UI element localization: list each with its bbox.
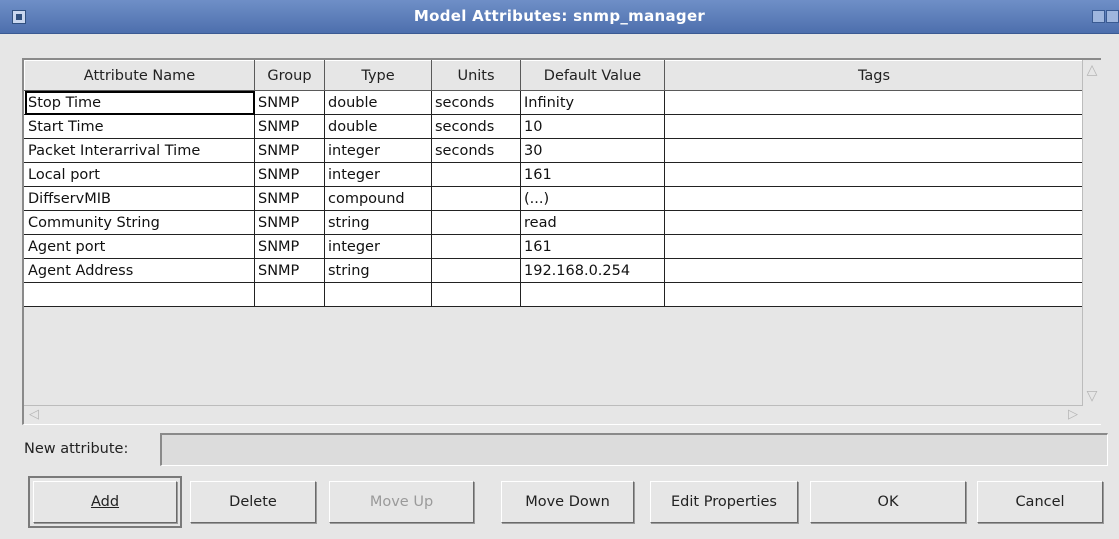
cell-group[interactable]: SNMP bbox=[254, 234, 325, 259]
table-header-row: Attribute Name Group Type Units Default … bbox=[24, 60, 1084, 91]
cell-attribute-name[interactable] bbox=[24, 282, 255, 307]
cell-tags[interactable] bbox=[664, 282, 1084, 307]
cell-tags[interactable] bbox=[664, 234, 1084, 259]
cell-units[interactable] bbox=[431, 258, 521, 283]
cell-units[interactable] bbox=[431, 210, 521, 235]
add-button[interactable]: Add bbox=[28, 476, 182, 528]
cell-tags[interactable] bbox=[664, 258, 1084, 283]
cell-units[interactable]: seconds bbox=[431, 90, 521, 115]
cell-default-value[interactable]: Infinity bbox=[520, 90, 665, 115]
new-attribute-input[interactable] bbox=[160, 433, 1108, 466]
cell-group[interactable] bbox=[254, 282, 325, 307]
cell-default-value[interactable]: 30 bbox=[520, 138, 665, 163]
attributes-table-frame: Attribute Name Group Type Units Default … bbox=[22, 58, 1101, 425]
table-row[interactable]: Agent Address SNMP string 192.168.0.254 bbox=[24, 258, 1084, 283]
cell-tags[interactable] bbox=[664, 114, 1084, 139]
attributes-table: Attribute Name Group Type Units Default … bbox=[24, 60, 1084, 307]
cell-group[interactable]: SNMP bbox=[254, 186, 325, 211]
cell-tags[interactable] bbox=[664, 210, 1084, 235]
move-up-button-label: Move Up bbox=[369, 494, 434, 510]
column-header-type[interactable]: Type bbox=[324, 60, 432, 91]
move-down-button[interactable]: Move Down bbox=[501, 481, 634, 523]
cell-group[interactable]: SNMP bbox=[254, 210, 325, 235]
table-row[interactable]: Community String SNMP string read bbox=[24, 210, 1084, 235]
cell-attribute-name[interactable]: Agent Address bbox=[24, 258, 255, 283]
cell-default-value[interactable]: (...) bbox=[520, 186, 665, 211]
cell-attribute-name[interactable]: Packet Interarrival Time bbox=[24, 138, 255, 163]
table-row[interactable]: Start Time SNMP double seconds 10 bbox=[24, 114, 1084, 139]
cell-default-value[interactable]: 161 bbox=[520, 234, 665, 259]
cell-group[interactable]: SNMP bbox=[254, 114, 325, 139]
cell-attribute-name[interactable]: Stop Time bbox=[24, 90, 255, 115]
move-up-button[interactable]: Move Up bbox=[329, 481, 474, 523]
cell-default-value[interactable]: 192.168.0.254 bbox=[520, 258, 665, 283]
table-row[interactable]: DiffservMIB SNMP compound (...) bbox=[24, 186, 1084, 211]
scroll-right-icon[interactable]: ▷ bbox=[1065, 407, 1081, 423]
cell-units[interactable] bbox=[431, 282, 521, 307]
ok-button[interactable]: OK bbox=[810, 481, 966, 523]
edit-properties-button-label: Edit Properties bbox=[671, 494, 777, 510]
delete-button-label: Delete bbox=[229, 494, 277, 510]
cancel-button-label: Cancel bbox=[1015, 494, 1065, 510]
column-header-units[interactable]: Units bbox=[431, 60, 521, 91]
cell-default-value[interactable]: 161 bbox=[520, 162, 665, 187]
window-title: Model Attributes: snmp_manager bbox=[413, 7, 706, 25]
scroll-down-icon[interactable]: ▽ bbox=[1084, 388, 1100, 404]
delete-button[interactable]: Delete bbox=[190, 481, 316, 523]
vertical-scrollbar[interactable]: △ ▽ bbox=[1082, 60, 1101, 424]
cell-tags[interactable] bbox=[664, 90, 1084, 115]
add-button-label: Add bbox=[90, 494, 120, 510]
cell-attribute-name[interactable]: Start Time bbox=[24, 114, 255, 139]
shade-icon[interactable] bbox=[1092, 10, 1105, 23]
column-header-group[interactable]: Group bbox=[254, 60, 325, 91]
cell-type[interactable]: string bbox=[324, 210, 432, 235]
cell-units[interactable] bbox=[431, 186, 521, 211]
scroll-up-icon[interactable]: △ bbox=[1084, 62, 1100, 78]
cell-type[interactable] bbox=[324, 282, 432, 307]
table-row[interactable]: Local port SNMP integer 161 bbox=[24, 162, 1084, 187]
table-row[interactable]: Stop Time SNMP double seconds Infinity bbox=[24, 90, 1084, 115]
title-bar[interactable]: Model Attributes: snmp_manager bbox=[0, 0, 1119, 34]
cancel-button[interactable]: Cancel bbox=[977, 481, 1103, 523]
cell-group[interactable]: SNMP bbox=[254, 90, 325, 115]
close-icon[interactable] bbox=[1106, 10, 1119, 23]
cell-tags[interactable] bbox=[664, 138, 1084, 163]
cell-type[interactable]: integer bbox=[324, 234, 432, 259]
cell-attribute-name[interactable]: DiffservMIB bbox=[24, 186, 255, 211]
cell-default-value[interactable] bbox=[520, 282, 665, 307]
move-down-button-label: Move Down bbox=[525, 494, 610, 510]
table-row[interactable]: Packet Interarrival Time SNMP integer se… bbox=[24, 138, 1084, 163]
cell-type[interactable]: integer bbox=[324, 162, 432, 187]
cell-units[interactable]: seconds bbox=[431, 138, 521, 163]
ok-button-label: OK bbox=[877, 494, 899, 510]
cell-type[interactable]: integer bbox=[324, 138, 432, 163]
column-header-tags[interactable]: Tags bbox=[664, 60, 1084, 91]
cell-default-value[interactable]: 10 bbox=[520, 114, 665, 139]
table-row[interactable]: Agent port SNMP integer 161 bbox=[24, 234, 1084, 259]
cell-tags[interactable] bbox=[664, 162, 1084, 187]
cell-default-value[interactable]: read bbox=[520, 210, 665, 235]
cell-units[interactable] bbox=[431, 234, 521, 259]
table-row-empty[interactable] bbox=[24, 282, 1084, 307]
new-attribute-label: New attribute: bbox=[24, 441, 129, 457]
scroll-left-icon[interactable]: ◁ bbox=[26, 407, 42, 423]
cell-attribute-name[interactable]: Agent port bbox=[24, 234, 255, 259]
column-header-default-value[interactable]: Default Value bbox=[520, 60, 665, 91]
cell-attribute-name[interactable]: Local port bbox=[24, 162, 255, 187]
cell-type[interactable]: double bbox=[324, 114, 432, 139]
cell-group[interactable]: SNMP bbox=[254, 162, 325, 187]
edit-properties-button[interactable]: Edit Properties bbox=[650, 481, 798, 523]
column-header-attribute-name[interactable]: Attribute Name bbox=[24, 60, 255, 91]
cell-group[interactable]: SNMP bbox=[254, 258, 325, 283]
cell-tags[interactable] bbox=[664, 186, 1084, 211]
cell-group[interactable]: SNMP bbox=[254, 138, 325, 163]
horizontal-scrollbar[interactable]: ◁ ▷ bbox=[24, 405, 1083, 424]
cell-attribute-name[interactable]: Community String bbox=[24, 210, 255, 235]
cell-type[interactable]: compound bbox=[324, 186, 432, 211]
cell-type[interactable]: string bbox=[324, 258, 432, 283]
cell-units[interactable]: seconds bbox=[431, 114, 521, 139]
cell-units[interactable] bbox=[431, 162, 521, 187]
cell-type[interactable]: double bbox=[324, 90, 432, 115]
